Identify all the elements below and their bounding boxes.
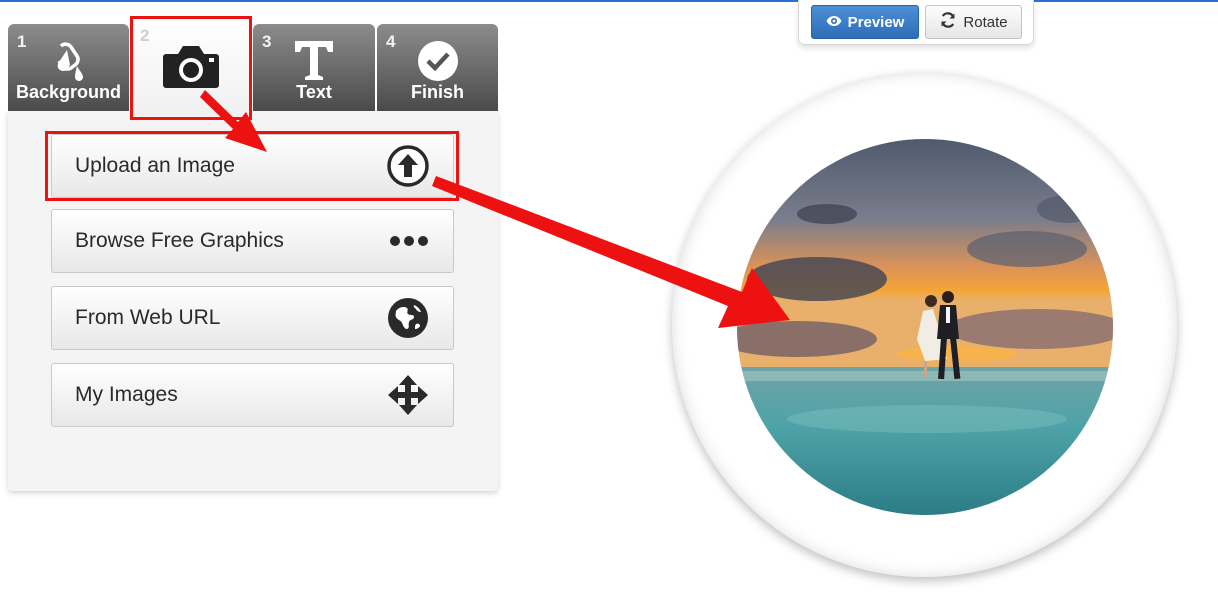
top-border-line	[0, 0, 1218, 2]
pin-photo	[737, 139, 1113, 515]
tab-text-label: Text	[296, 82, 332, 102]
rotate-icon	[939, 11, 957, 33]
tab-text[interactable]: 3 Text	[253, 24, 375, 111]
upload-image-label: Upload an Image	[75, 154, 235, 177]
browse-graphics-label: Browse Free Graphics	[75, 229, 284, 252]
upload-arrow-icon	[387, 145, 429, 187]
my-images-label: My Images	[75, 383, 178, 406]
preview-label: Preview	[847, 13, 905, 31]
paint-drop-icon	[8, 40, 129, 84]
tab-image[interactable]: 2	[131, 16, 251, 116]
web-url-button[interactable]: From Web URL	[51, 286, 454, 350]
camera-icon	[131, 42, 251, 90]
browse-graphics-button[interactable]: Browse Free Graphics	[51, 209, 454, 273]
globe-icon	[387, 297, 429, 339]
rotate-label: Rotate	[963, 13, 1008, 31]
tab-finish[interactable]: 4 Finish	[377, 24, 498, 111]
ellipsis-icon	[389, 235, 429, 247]
rotate-button[interactable]: Rotate	[925, 5, 1022, 39]
preview-toolbar: Preview Rotate	[798, 0, 1034, 45]
image-options-panel: Upload an Image Browse Free Graphics Fro…	[8, 111, 498, 491]
tab-background-label: Background	[15, 82, 121, 102]
my-images-button[interactable]: My Images	[51, 363, 454, 427]
move-arrows-icon	[387, 374, 429, 416]
upload-image-button[interactable]: Upload an Image	[51, 134, 454, 198]
tab-background[interactable]: 1 Background	[8, 24, 129, 111]
check-circle-icon	[377, 40, 498, 82]
text-t-icon	[253, 38, 375, 82]
web-url-label: From Web URL	[75, 306, 221, 329]
eye-icon	[826, 14, 842, 31]
preview-button[interactable]: Preview	[811, 5, 919, 39]
tab-finish-label: Finish	[411, 82, 464, 102]
